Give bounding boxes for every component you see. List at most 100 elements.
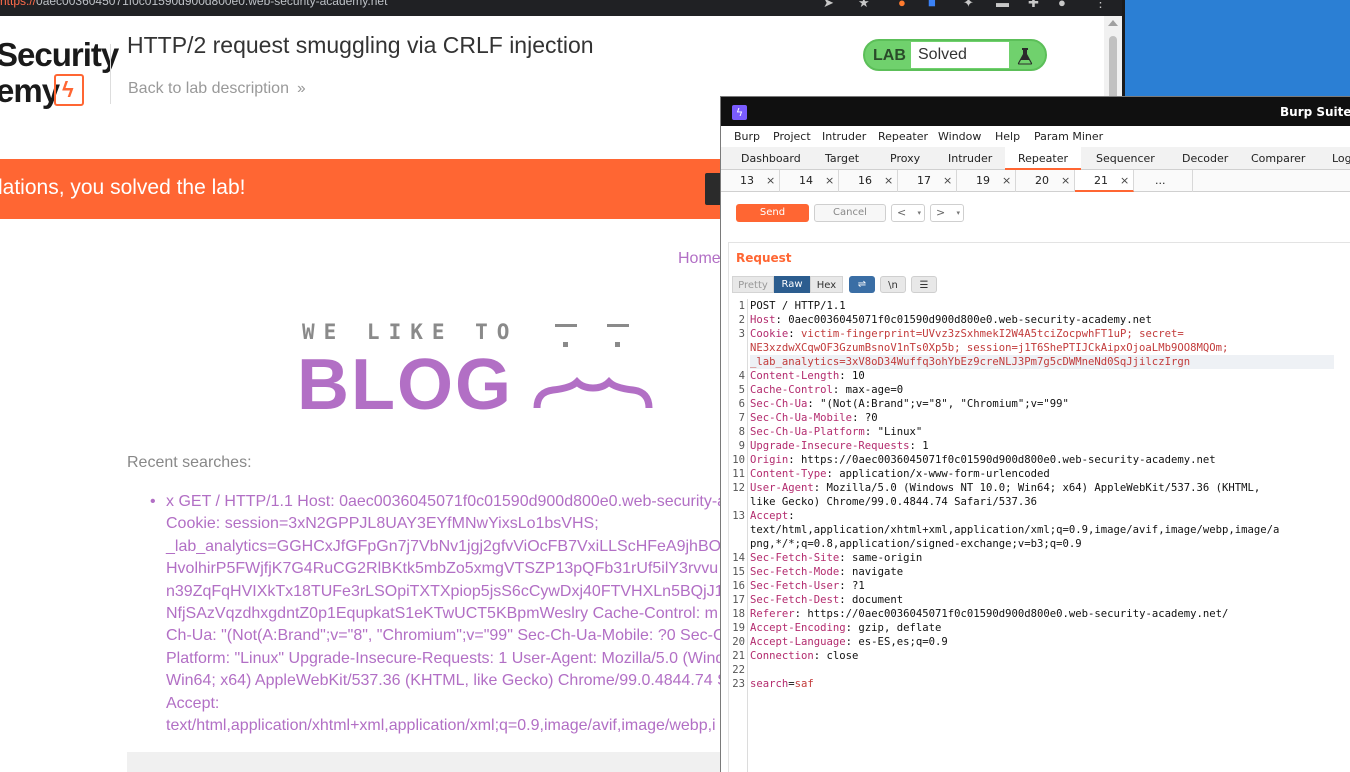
- extension-icon[interactable]: ●: [898, 0, 906, 10]
- pretty-view-button[interactable]: Pretty: [732, 276, 774, 293]
- blog-face-icon: [533, 324, 653, 409]
- close-icon[interactable]: ×: [1061, 174, 1070, 187]
- repeater-tab[interactable]: 19 ×: [957, 170, 1016, 192]
- header-value: : es-ES,es;q=0.9: [845, 636, 948, 648]
- extension-icon[interactable]: ✦: [963, 0, 974, 11]
- menu-repeater[interactable]: Repeater: [878, 130, 928, 143]
- tab-sequencer[interactable]: Sequencer: [1083, 147, 1161, 170]
- address-bar[interactable]: https://0aec0036045071f0c01590d900d800e0…: [0, 0, 387, 8]
- history-forward-button[interactable]: > ▾: [930, 204, 964, 222]
- menu-help[interactable]: Help: [995, 130, 1020, 143]
- request-line: Referer: https://0aec0036045071f0c01590d…: [750, 607, 1228, 621]
- wrap-lines-icon[interactable]: ⇌: [849, 276, 875, 293]
- double-chevron-right-icon: ››: [296, 80, 306, 97]
- history-back-button[interactable]: < ▾: [891, 204, 925, 222]
- tab-target[interactable]: Target: [807, 147, 877, 170]
- request-line: _lab_analytics=3xV8oD34Wuffq3ohYbEz9creN…: [750, 355, 1334, 369]
- raw-view-button[interactable]: Raw: [774, 276, 810, 293]
- header-separator: :: [788, 328, 802, 340]
- header-value: : 1: [909, 440, 929, 452]
- close-icon[interactable]: ×: [943, 174, 952, 187]
- header-name: Content-Length: [750, 370, 840, 382]
- dropdown-icon: ▾: [917, 209, 921, 217]
- close-icon[interactable]: ×: [766, 174, 775, 187]
- line-number: 16: [732, 580, 745, 592]
- extension-icon[interactable]: ▬: [996, 0, 1009, 10]
- header-name: User-Agent: [750, 482, 814, 494]
- site-logo[interactable]: Security emy ϟ: [0, 36, 119, 112]
- repeater-tab[interactable]: 20 ×: [1016, 170, 1075, 192]
- nav-home-link[interactable]: Home: [678, 250, 721, 268]
- back-to-lab-link[interactable]: Back to lab description ››: [128, 80, 306, 98]
- repeater-tab-more[interactable]: ...: [1134, 170, 1193, 192]
- line-number: 22: [732, 664, 745, 676]
- tab-comparer[interactable]: Comparer: [1239, 147, 1319, 170]
- tab-repeater[interactable]: Repeater: [1005, 147, 1081, 170]
- request-line: Sec-Fetch-Dest: document: [750, 593, 903, 607]
- burp-window-title: Burp Suite Pr: [1280, 105, 1350, 119]
- repeater-tab[interactable]: 13 ×: [721, 170, 780, 192]
- close-icon[interactable]: ×: [825, 174, 834, 187]
- header-name: Accept-Language: [750, 636, 846, 648]
- tab-dashboard[interactable]: Dashboard: [727, 147, 807, 170]
- request-line: Content-Length: 10: [750, 369, 865, 383]
- header-name: Host: [750, 314, 776, 326]
- repeater-tab[interactable]: 17 ×: [898, 170, 957, 192]
- line-number: 18: [732, 608, 745, 620]
- request-line: png,*/*;q=0.8,application/signed-exchang…: [750, 537, 1082, 551]
- request-line: User-Agent: Mozilla/5.0 (Windows NT 10.0…: [750, 481, 1260, 495]
- request-panel: Request Pretty Raw Hex ⇌ \n ☰ 1 POST / HT…: [728, 242, 1350, 772]
- menu-burp[interactable]: Burp: [734, 130, 760, 143]
- lab-title: HTTP/2 request smuggling via CRLF inject…: [127, 32, 594, 58]
- search-form-area[interactable]: [127, 752, 727, 772]
- repeater-tab[interactable]: 16 ×: [839, 170, 898, 192]
- header-value: : 10: [839, 370, 865, 382]
- tab-intruder[interactable]: Intruder: [935, 147, 1011, 170]
- menu-intruder[interactable]: Intruder: [822, 130, 866, 143]
- menu-project[interactable]: Project: [773, 130, 811, 143]
- menu-param-miner[interactable]: Param Miner: [1034, 130, 1103, 143]
- close-icon[interactable]: ×: [884, 174, 893, 187]
- chevron-left-icon: <: [897, 206, 907, 219]
- scroll-up-icon[interactable]: [1108, 20, 1118, 26]
- request-line: Host: 0aec0036045071f0c01590d900d800e0.w…: [750, 313, 1152, 327]
- tab-proxy[interactable]: Proxy: [877, 147, 935, 170]
- close-icon[interactable]: ×: [1002, 174, 1011, 187]
- request-line: NE3xzdwXCqwOF3GzumBsnoV1nTs0Xp5b; sessio…: [750, 341, 1228, 355]
- header-name: Connection: [750, 650, 814, 662]
- send-button[interactable]: Send: [736, 204, 809, 222]
- cancel-button[interactable]: Cancel: [814, 204, 886, 222]
- hex-view-button[interactable]: Hex: [810, 276, 843, 293]
- header-value: : https://0aec0036045071f0c01590d900d800…: [788, 454, 1216, 466]
- header-name: Origin: [750, 454, 789, 466]
- repeater-tab-label: 14: [799, 174, 813, 187]
- request-line: search=saf: [750, 677, 814, 691]
- menu-dots-icon[interactable]: ⋮: [1094, 0, 1107, 11]
- line-number: 5: [738, 384, 745, 396]
- line-number: 12: [732, 482, 745, 494]
- puzzle-icon[interactable]: ✚: [1028, 0, 1039, 11]
- request-editor[interactable]: 1 POST / HTTP/1.1 2 Host: 0aec0036045071f0c…: [729, 299, 1350, 772]
- search-entry-line: Ch-Ua: "(Not(A:Brand";v="8", "Chromium";…: [166, 627, 725, 645]
- request-line: POST / HTTP/1.1: [750, 299, 846, 313]
- repeater-tab[interactable]: 14 ×: [780, 170, 839, 192]
- extension-icon[interactable]: ■: [928, 0, 936, 10]
- repeater-tab[interactable]: 21 ×: [1075, 170, 1134, 192]
- search-entry-line: NfjSAzVqzdhxgdntZ0p1EqupkatS1eKTwUCT5KBp…: [166, 605, 718, 623]
- close-icon[interactable]: ×: [1120, 174, 1129, 187]
- share-icon[interactable]: ➤: [823, 0, 834, 11]
- header-value: : gzip, deflate: [845, 622, 942, 634]
- profile-icon[interactable]: ●: [1058, 0, 1066, 10]
- hamburger-menu-icon[interactable]: ☰: [911, 276, 937, 293]
- bookmark-star-icon[interactable]: ★: [858, 0, 870, 11]
- tab-decoder[interactable]: Decoder: [1161, 147, 1239, 170]
- burp-title-bar[interactable]: ϟ Burp Suite Pr: [721, 97, 1350, 126]
- header-value: :: [788, 510, 802, 522]
- menu-window[interactable]: Window: [938, 130, 981, 143]
- tab-log[interactable]: Log: [1319, 147, 1350, 170]
- header-value: : application/x-www-form-urlencoded: [826, 468, 1050, 480]
- burp-suite-window: ϟ Burp Suite Pr Burp Project Intruder Re…: [720, 96, 1350, 772]
- line-number: 23: [732, 678, 745, 690]
- show-newlines-button[interactable]: \n: [880, 276, 906, 293]
- url-scheme: https://: [0, 0, 37, 8]
